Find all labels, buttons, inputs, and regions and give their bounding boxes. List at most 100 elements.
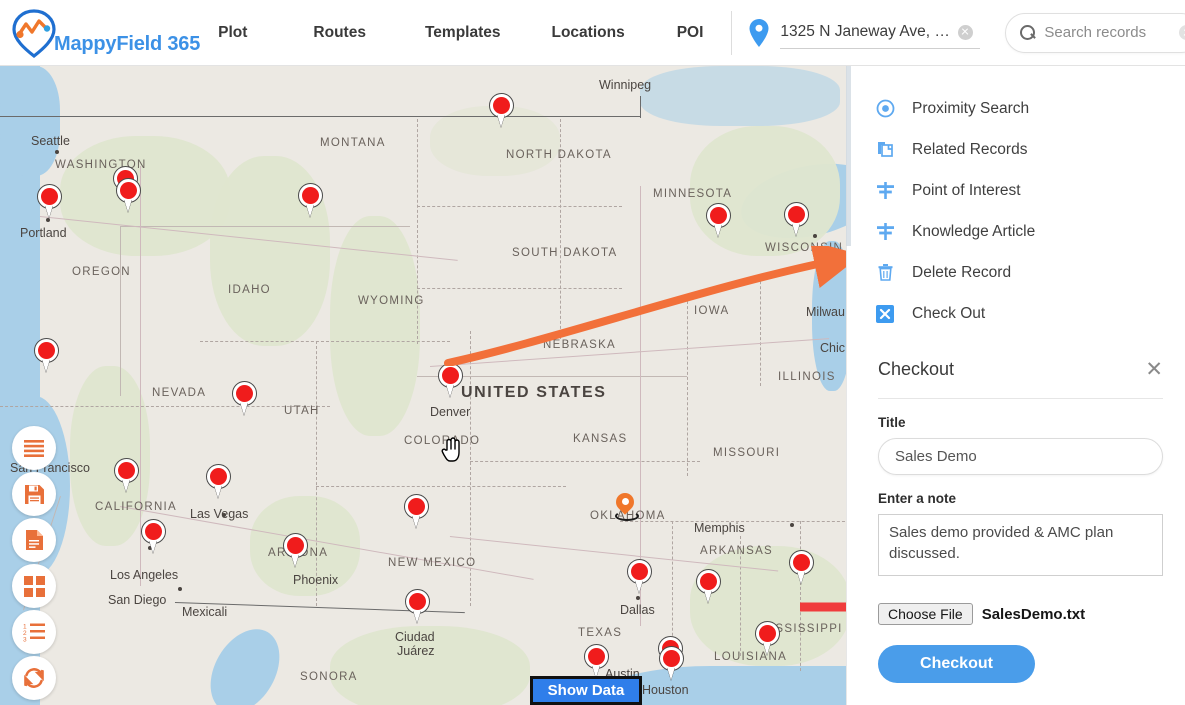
city-dot [55,150,59,154]
map-marker[interactable] [206,464,231,498]
nav-item-locations[interactable]: Locations [550,18,627,48]
map-marker[interactable] [34,338,59,372]
map-marker[interactable] [114,458,139,492]
address-field[interactable]: 1325 N Janeway Ave, … [780,16,981,49]
grid-tiles-icon[interactable] [12,564,56,608]
map-scrollbar[interactable] [846,66,851,246]
map-pin-icon [748,18,770,48]
map-state-label: NEVADA [152,387,207,399]
map-city-label: Phoenix [293,573,339,587]
canada-lakes [640,66,840,126]
orange-map-pin[interactable] [612,489,639,521]
map-marker[interactable] [116,178,141,212]
menu-item-related-records[interactable]: Related Records [874,129,1185,170]
map-marker[interactable] [404,494,429,528]
map-state-label: OREGON [72,266,131,278]
map-pin-chart-logo [6,7,62,59]
map-marker[interactable] [438,363,463,397]
checkout-form: Title Enter a note Choose File SalesDemo… [854,399,1185,683]
search-records-box[interactable]: Search records [1005,12,1185,53]
city-dot [820,278,824,282]
map-marker[interactable] [784,202,809,236]
menu-item-knowledge-article[interactable]: Knowledge Article [874,211,1185,252]
map-state-label: TEXAS [578,627,623,639]
city-dot [46,218,50,222]
close-icon[interactable]: ✕ [1145,359,1163,380]
selected-file-name: SalesDemo.txt [981,605,1086,623]
menu-item-label: Proximity Search [912,99,1030,117]
map-state-label: WYOMING [358,295,425,307]
menu-item-label: Check Out [912,304,986,322]
map-marker[interactable] [627,559,652,593]
map-city-label: Seattle [31,134,70,148]
map-marker[interactable] [141,519,166,553]
canada-border-east [640,96,642,118]
menu-item-point-of-interest[interactable]: Point of Interest [874,170,1185,211]
map-marker[interactable] [659,646,684,680]
map-marker[interactable] [789,550,814,584]
title-input[interactable] [878,438,1163,475]
map-marker[interactable] [298,183,323,217]
map-state-label: WISCONSIN [765,242,844,254]
map-city-label: Denver [430,405,471,419]
menu-item-delete-record[interactable]: Delete Record [874,252,1185,293]
map-state-label: NEBRASKA [543,339,617,351]
checkout-square-icon [874,303,896,325]
save-floppy-icon[interactable] [12,472,56,516]
map-city-label: Mexicali [182,605,228,619]
hand-pointer-cursor [441,436,463,462]
search-clear-icon[interactable] [1179,25,1185,40]
hamburger-menu-icon[interactable] [12,426,56,470]
map-state-label: SOUTH DAKOTA [512,247,618,259]
checkout-title: Checkout [878,358,955,379]
show-data-button[interactable]: Show Data [530,676,642,705]
map-state-label: IOWA [694,305,730,317]
choose-file-button[interactable]: Choose File [878,603,973,625]
map-marker[interactable] [405,589,430,623]
map-marker[interactable] [232,381,257,415]
signpost-icon [874,221,896,243]
map-state-label: ARKANSAS [700,545,774,557]
map-marker[interactable] [489,93,514,127]
note-textarea[interactable] [878,514,1163,576]
map-city-label: Chic [820,341,846,355]
map-state-label: MISSOURI [713,447,781,459]
state-line [687,296,688,476]
nav-item-poi[interactable]: POI [675,18,706,48]
map-city-label: Memphis [694,521,745,535]
menu-item-label: Related Records [912,140,1028,158]
map-marker[interactable] [755,621,780,655]
city-dot [813,234,817,238]
terrain-sierra [70,366,150,546]
checkout-submit-button[interactable]: Checkout [878,645,1035,683]
trash-icon [874,262,896,284]
address-value: 1325 N Janeway Ave, … [780,23,950,40]
map-state-label: CALIFORNIA [95,501,178,513]
brand[interactable]: MappyField 365 [0,7,200,59]
address-control: 1325 N Janeway Ave, … [731,10,981,55]
numbered-list-icon[interactable]: 1 2 3 [12,610,56,654]
state-line [316,486,566,487]
nav-item-routes[interactable]: Routes [311,18,368,48]
menu-item-proximity-search[interactable]: Proximity Search [874,88,1185,129]
main-nav: Plot Routes Templates Locations POI [200,18,705,48]
refresh-icon[interactable] [12,656,56,700]
map-canvas[interactable]: WASHINGTON OREGON IDAHO MONTANA NORTH DAKOTA… [0,66,846,705]
city-dot [178,587,182,591]
map-marker[interactable] [283,533,308,567]
state-line [120,226,410,227]
search-input[interactable]: Search records [1044,24,1171,41]
map-marker[interactable] [706,203,731,237]
map-marker[interactable] [37,184,62,218]
nav-item-plot[interactable]: Plot [216,18,249,48]
map-city-label: Juárez [397,644,435,658]
nav-item-templates[interactable]: Templates [423,18,503,48]
menu-item-check-out[interactable]: Check Out [874,293,1185,334]
state-line [120,226,121,396]
map-state-label: IDAHO [228,284,271,296]
file-upload-row: Choose File SalesDemo.txt [878,603,1163,625]
document-icon[interactable] [12,518,56,562]
address-clear-icon[interactable] [957,24,973,40]
map-marker[interactable] [584,644,609,678]
map-marker[interactable] [696,569,721,603]
